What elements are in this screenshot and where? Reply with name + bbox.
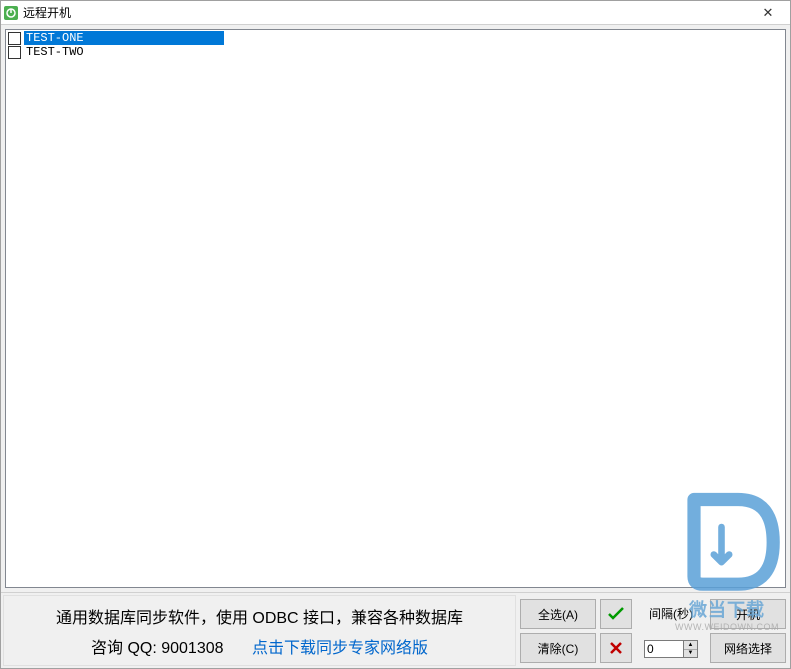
- interval-field: 间隔(秒): [636, 599, 706, 629]
- promo-line2: 咨询 QQ: 9001308 点击下载同步专家网络版: [91, 634, 428, 658]
- host-list[interactable]: TEST-ONE TEST-TWO: [5, 29, 786, 588]
- interval-input[interactable]: [644, 640, 684, 658]
- window-title: 远程开机: [23, 4, 748, 21]
- confirm-button[interactable]: [600, 599, 632, 629]
- check-icon: [608, 607, 624, 621]
- power-on-button[interactable]: 开机: [710, 599, 786, 629]
- checkbox[interactable]: [8, 32, 21, 45]
- x-icon: [609, 641, 623, 655]
- select-all-button[interactable]: 全选(A): [520, 599, 596, 629]
- bottom-panel: 通用数据库同步软件，使用 ODBC 接口，兼容各种数据库 咨询 QQ: 9001…: [1, 592, 790, 668]
- qq-contact: 咨询 QQ: 9001308: [91, 640, 224, 657]
- cancel-button[interactable]: [600, 633, 632, 663]
- list-item-label: TEST-TWO: [24, 45, 84, 59]
- promo-text: 通用数据库同步软件，使用 ODBC 接口，兼容各种数据库: [56, 604, 463, 628]
- promo-box: 通用数据库同步软件，使用 ODBC 接口，兼容各种数据库 咨询 QQ: 9001…: [3, 595, 516, 666]
- network-select-button[interactable]: 网络选择: [710, 633, 786, 663]
- interval-label: 间隔(秒): [649, 608, 693, 620]
- interval-input-cell: ▲ ▼: [636, 633, 706, 663]
- checkbox[interactable]: [8, 46, 21, 59]
- spinner-up[interactable]: ▲: [684, 641, 697, 650]
- titlebar: 远程开机 ✕: [1, 1, 790, 25]
- list-item-label: TEST-ONE: [24, 31, 224, 45]
- app-icon: [3, 5, 19, 21]
- interval-spinner: ▲ ▼: [684, 640, 698, 658]
- close-button[interactable]: ✕: [748, 2, 788, 24]
- clear-button[interactable]: 清除(C): [520, 633, 596, 663]
- list-item[interactable]: TEST-TWO: [7, 45, 784, 59]
- app-window: 远程开机 ✕ TEST-ONE TEST-TWO 通用数据库同步软件，使用 OD…: [0, 0, 791, 669]
- download-link[interactable]: 点击下载同步专家网络版: [252, 640, 428, 657]
- close-icon: ✕: [763, 5, 774, 21]
- list-item[interactable]: TEST-ONE: [7, 31, 784, 45]
- controls-grid: 全选(A) 间隔(秒) 开机 清除(C) ▲: [518, 595, 788, 666]
- spinner-down[interactable]: ▼: [684, 650, 697, 658]
